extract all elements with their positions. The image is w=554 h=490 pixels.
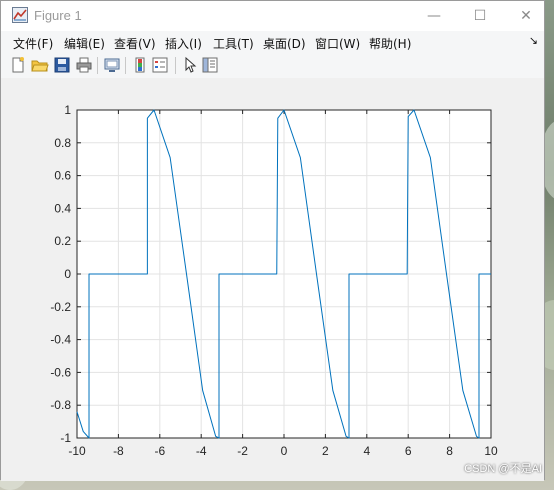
y-tick-label: -0.8: [50, 398, 71, 412]
menu-tools[interactable]: 工具(T): [213, 35, 254, 52]
menu-overflow-arrow-icon[interactable]: ↘: [529, 34, 538, 47]
edit-plot-arrow-icon[interactable]: [181, 56, 199, 74]
y-tick-label: -0.2: [50, 300, 71, 314]
toolbar: [1, 53, 544, 79]
menu-insert[interactable]: 插入(I): [165, 35, 202, 52]
menu-help[interactable]: 帮助(H): [369, 35, 411, 52]
close-button[interactable]: ✕: [503, 1, 549, 31]
menu-view[interactable]: 查看(V): [114, 35, 156, 52]
link-plot-icon[interactable]: [103, 56, 121, 74]
y-tick-label: -0.6: [50, 365, 71, 379]
x-tick-label: 8: [446, 444, 453, 458]
save-icon[interactable]: [53, 56, 71, 74]
menu-file[interactable]: 文件(F): [13, 35, 53, 52]
minimize-button[interactable]: —: [411, 1, 457, 31]
insert-legend-icon[interactable]: [151, 56, 169, 74]
x-tick-label: 10: [484, 444, 498, 458]
new-figure-icon[interactable]: [9, 56, 27, 74]
menu-desktop[interactable]: 桌面(D): [263, 35, 306, 52]
y-tick-label: 0.8: [54, 136, 71, 150]
matlab-app-icon: [12, 7, 28, 23]
watermark-text: CSDN @不是AI: [464, 463, 542, 475]
insert-colorbar-icon[interactable]: [131, 56, 149, 74]
menu-bar: 文件(F) 编辑(E) 查看(V) 插入(I) 工具(T) 桌面(D) 窗口(W…: [1, 31, 544, 53]
print-icon[interactable]: [75, 56, 93, 74]
menu-edit[interactable]: 编辑(E): [64, 35, 105, 52]
y-tick-label: 0.2: [54, 234, 71, 248]
y-tick-label: 0.4: [54, 201, 71, 215]
toolbar-separator: [125, 57, 126, 74]
title-bar[interactable]: Figure 1 — ☐ ✕: [1, 1, 544, 31]
x-tick-label: -4: [196, 444, 207, 458]
y-tick-label: 0.6: [54, 169, 71, 183]
y-tick-label: -0.4: [50, 333, 71, 347]
toolbar-separator: [97, 57, 98, 74]
open-file-icon[interactable]: [31, 56, 49, 74]
y-tick-label: 1: [64, 103, 71, 117]
toolbar-separator: [175, 57, 176, 74]
plot-axes[interactable]: -10 -8 -6 -4 -2 0 2 4 6 8 10 1 0.8 0.6 0.4 0.2 0 -0.2 -0.4…: [0, 77, 545, 480]
menu-window[interactable]: 窗口(W): [315, 35, 360, 52]
x-tick-label: -10: [68, 444, 86, 458]
x-tick-label: -6: [154, 444, 165, 458]
x-tick-label: 6: [405, 444, 412, 458]
y-tick-label: 0: [64, 267, 71, 281]
x-tick-label: 2: [322, 444, 329, 458]
maximize-button[interactable]: ☐: [457, 1, 503, 31]
x-tick-label: -2: [237, 444, 248, 458]
property-inspector-icon[interactable]: [201, 56, 219, 74]
x-tick-label: 0: [281, 444, 288, 458]
window-title: Figure 1: [34, 8, 82, 23]
y-tick-label: -1: [60, 431, 71, 445]
x-tick-label: 4: [363, 444, 370, 458]
x-tick-label: -8: [113, 444, 124, 458]
